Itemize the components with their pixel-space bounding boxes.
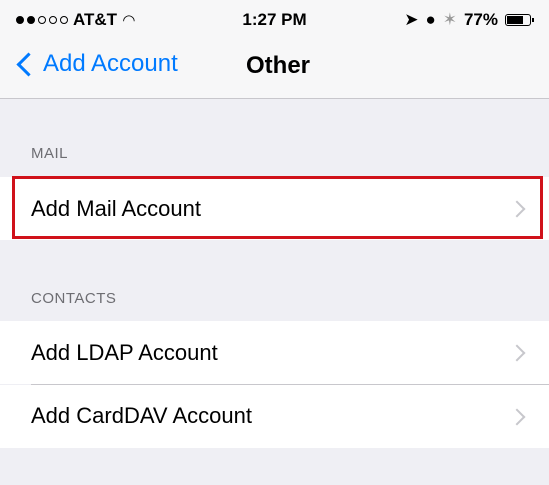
back-button[interactable]: Add Account (14, 50, 178, 78)
location-icon: ➤ (404, 10, 419, 29)
chevron-right-icon (508, 408, 526, 426)
section-header-contacts: CONTACTS (31, 290, 117, 307)
alarm-icon: ● (425, 10, 436, 29)
page-title: Other (246, 52, 311, 79)
status-bar: AT&T ◠ 1:27 PM ➤ ● ✶ 77% (0, 0, 549, 36)
highlight-box (12, 176, 543, 239)
top-bar: AT&T ◠ 1:27 PM ➤ ● ✶ 77% Add Account Oth… (0, 0, 549, 99)
chevron-right-icon (508, 344, 526, 362)
chevron-left-icon (16, 51, 41, 77)
status-right: ➤ ● ✶ 77% (404, 10, 534, 30)
section-header-mail: MAIL (31, 145, 69, 162)
navigation-bar: Add Account Other (0, 36, 549, 98)
battery-icon (505, 14, 534, 26)
battery-fill (507, 16, 523, 24)
add-carddav-account-row[interactable]: Add CardDAV Account (0, 385, 549, 448)
row-label: Add LDAP Account (31, 340, 218, 365)
row-label: Add CardDAV Account (31, 403, 252, 428)
bluetooth-icon: ✶ (442, 10, 457, 29)
add-ldap-account-row[interactable]: Add LDAP Account (0, 321, 549, 384)
back-label: Add Account (43, 50, 178, 77)
battery-percent: 77% (463, 10, 498, 29)
